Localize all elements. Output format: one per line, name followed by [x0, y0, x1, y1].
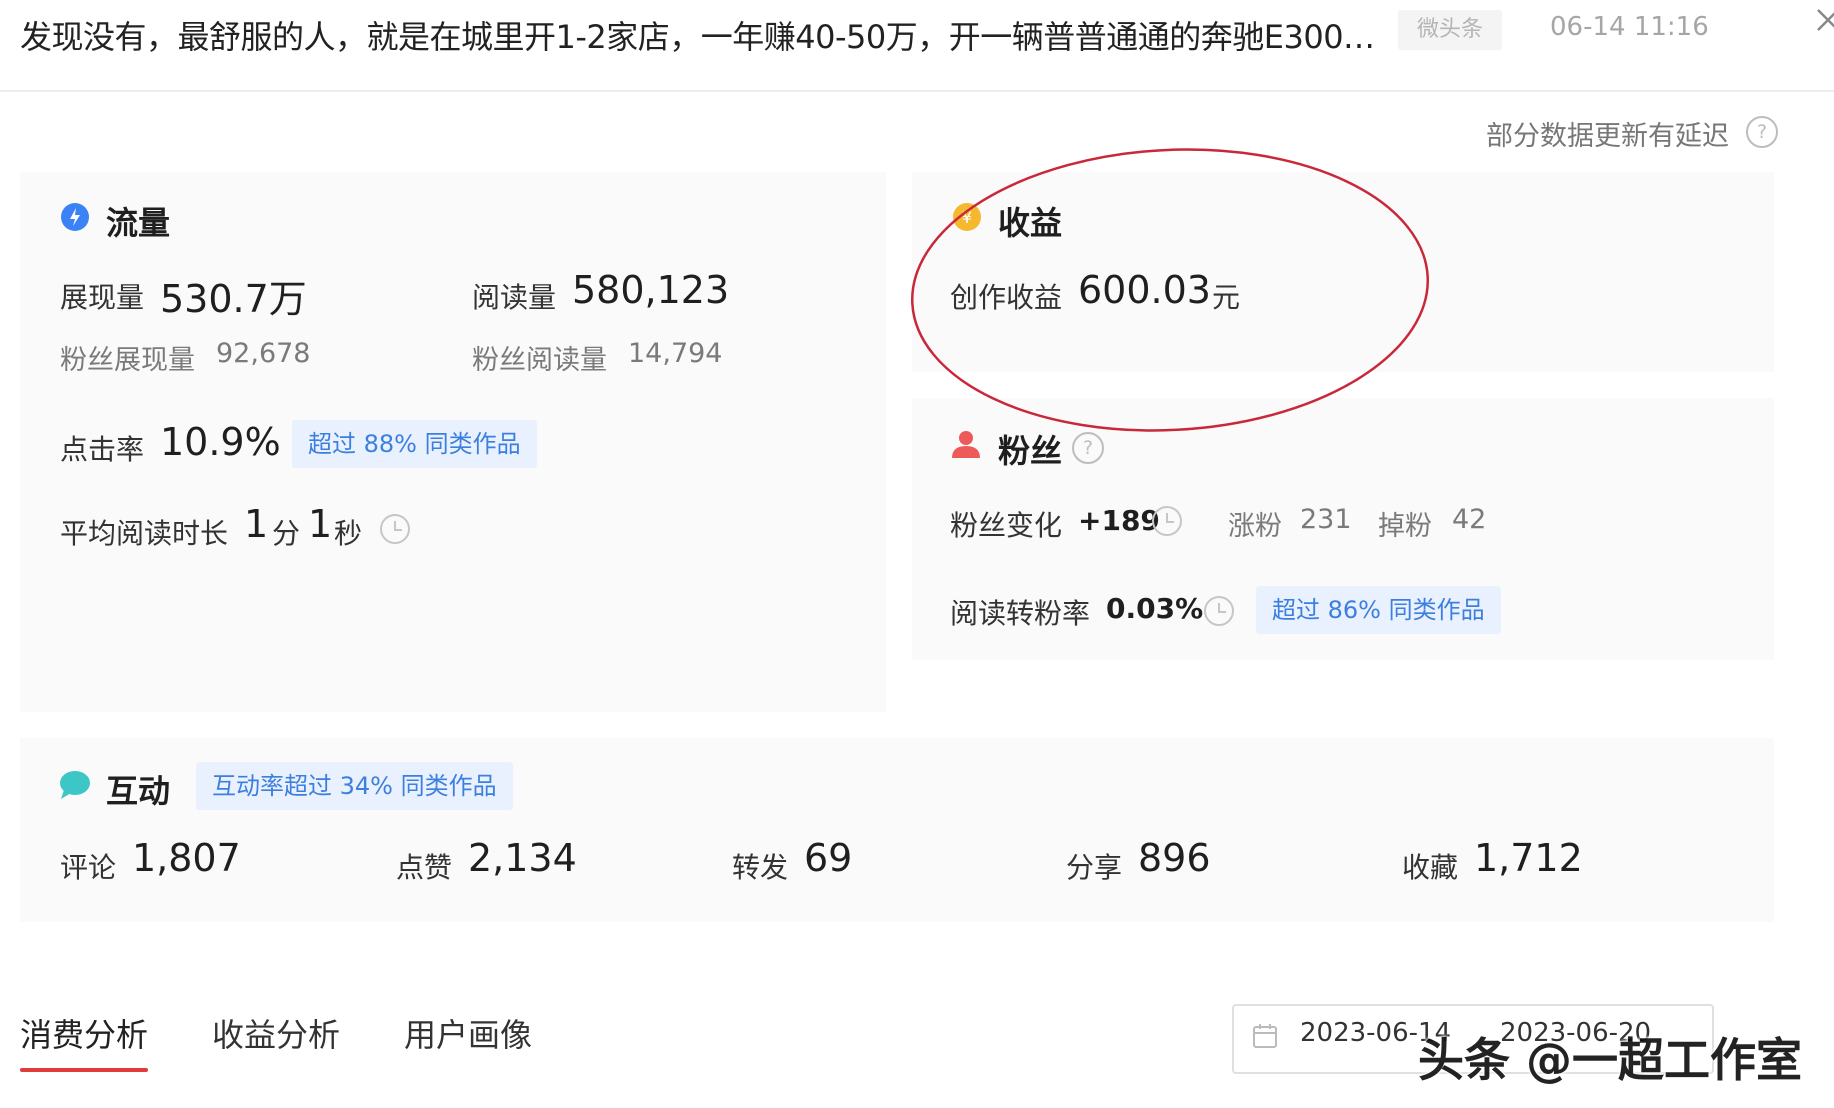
fan-change-value: +189 [1078, 504, 1160, 537]
reads-value: 580,123 [572, 268, 730, 312]
tab-revenue-analysis[interactable]: 收益分析 [212, 1010, 340, 1056]
conv-rate-clock-icon[interactable] [1204, 596, 1234, 626]
metric-label: 收藏 [1402, 851, 1459, 884]
avg-read-time-seconds: 1 [308, 502, 333, 546]
tab-consumption-analysis[interactable]: 消费分析 [20, 1010, 148, 1056]
metric-label: 点赞 [396, 851, 453, 884]
seconds-unit: 秒 [334, 517, 363, 550]
close-icon[interactable] [1814, 4, 1834, 34]
reads-label: 阅读量 [472, 281, 557, 314]
delay-notice: 部分数据更新有延迟 [1486, 121, 1729, 152]
active-tab-indicator [20, 1068, 148, 1072]
calendar-icon[interactable] [1252, 1022, 1278, 1050]
metric-value: 1,807 [132, 836, 241, 880]
user-icon [952, 431, 980, 458]
metric-label: 评论 [60, 851, 117, 884]
fans-help-icon[interactable]: ? [1072, 432, 1104, 464]
clock-icon[interactable] [380, 514, 410, 544]
read-to-fan-rate-value: 0.03% [1106, 592, 1204, 625]
fan-change-clock-icon[interactable] [1152, 506, 1182, 536]
fan-impressions-label: 粉丝展现量 [60, 345, 195, 376]
help-icon[interactable]: ? [1746, 116, 1778, 148]
metric-value: 2,134 [468, 836, 577, 880]
tab-user-portrait[interactable]: 用户画像 [404, 1010, 532, 1056]
conv-rate-badge: 超过 86% 同类作品 [1256, 586, 1501, 634]
svg-text:¥: ¥ [962, 208, 972, 227]
traffic-icon [61, 203, 89, 231]
fan-gain-value: 231 [1300, 504, 1352, 535]
creation-revenue-value: 600.03 [1078, 268, 1211, 312]
watermark: 头条 @一超工作室 [1418, 1033, 1803, 1087]
revenue-title: 收益 [998, 204, 1063, 242]
ctr-label: 点击率 [60, 433, 145, 466]
fan-reads-label: 粉丝阅读量 [472, 345, 607, 376]
avg-read-time-label: 平均阅读时长 [60, 517, 229, 550]
ctr-value: 10.9% [160, 420, 281, 464]
interaction-badge: 互动率超过 34% 同类作品 [196, 762, 513, 810]
minutes-unit: 分 [272, 517, 301, 550]
fan-impressions-value: 92,678 [216, 338, 311, 369]
fan-gain-label: 涨粉 [1228, 511, 1282, 542]
ctr-badge: 超过 88% 同类作品 [292, 420, 537, 468]
metric-label: 转发 [732, 851, 789, 884]
impressions-label: 展现量 [60, 281, 145, 314]
read-to-fan-rate-label: 阅读转粉率 [950, 597, 1091, 630]
chat-bubble-icon [60, 771, 90, 799]
fan-loss-label: 掉粉 [1378, 511, 1432, 542]
article-title[interactable]: 发现没有，最舒服的人，就是在城里开1-2家店，一年赚40-50万，开一辆普普通通… [20, 12, 1375, 58]
metric-value: 896 [1138, 836, 1211, 880]
impressions-value: 530.7万 [160, 277, 307, 321]
fan-reads-value: 14,794 [628, 338, 723, 369]
avg-read-time-minutes: 1 [244, 502, 269, 546]
publish-time: 06-14 11:16 [1550, 12, 1709, 42]
source-tag: 微头条 [1398, 10, 1502, 50]
coin-icon: ¥ [953, 203, 981, 231]
creation-revenue-label: 创作收益 [950, 281, 1063, 314]
metric-label: 分享 [1066, 851, 1123, 884]
interaction-title: 互动 [106, 772, 171, 810]
fan-loss-value: 42 [1452, 504, 1487, 535]
fan-change-label: 粉丝变化 [950, 509, 1063, 542]
fans-title: 粉丝 [998, 432, 1063, 470]
traffic-title: 流量 [106, 204, 171, 242]
metric-value: 1,712 [1474, 836, 1583, 880]
currency-unit: 元 [1212, 281, 1241, 314]
metric-value: 69 [804, 836, 853, 880]
